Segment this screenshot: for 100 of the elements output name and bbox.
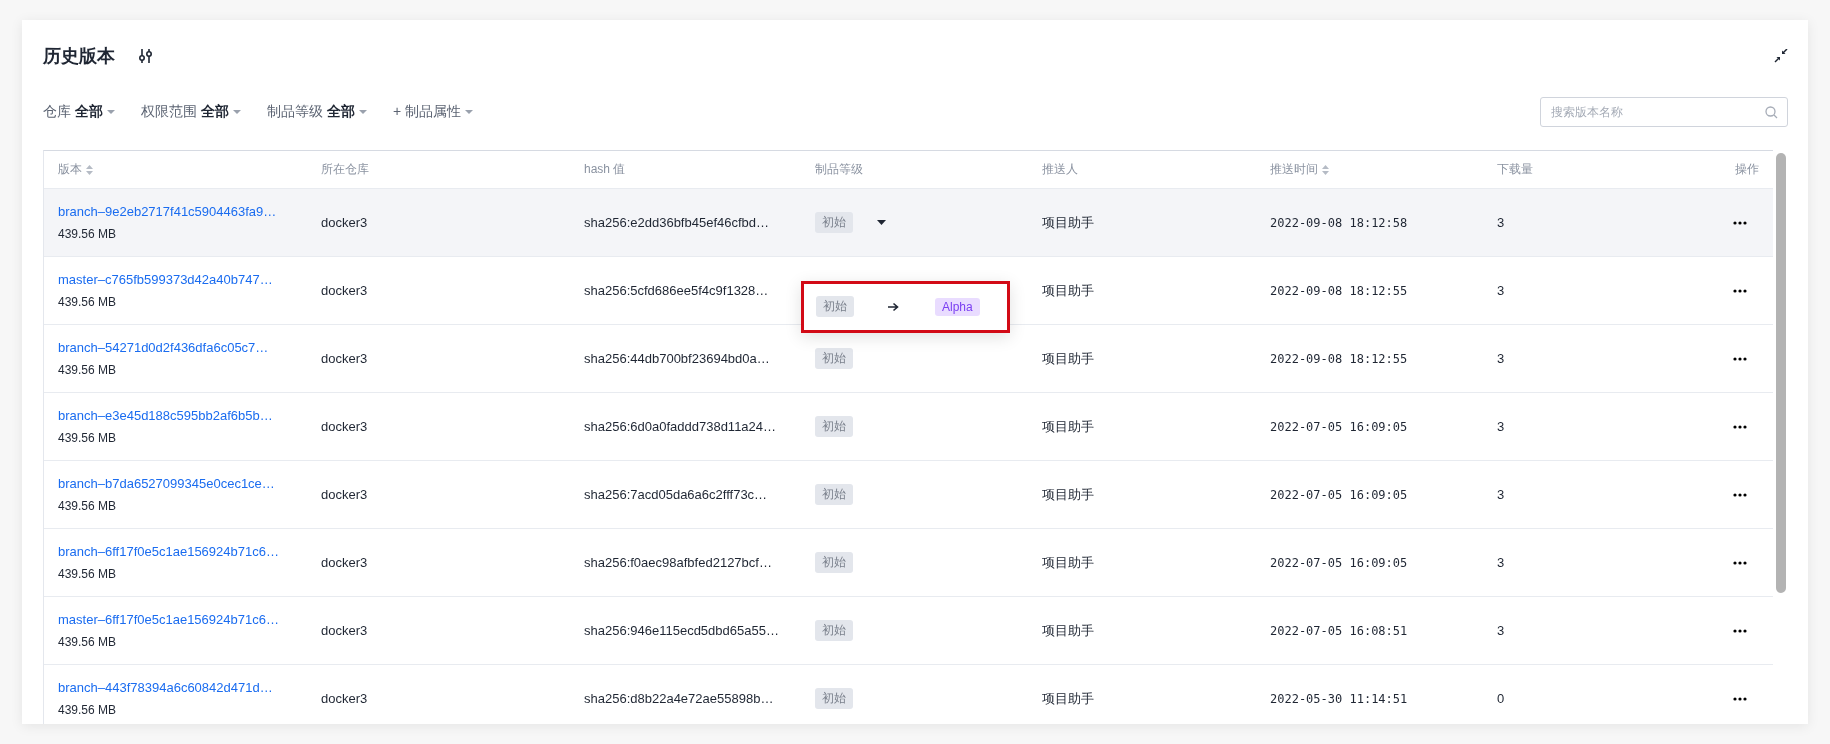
repo-cell: docker3: [321, 487, 368, 502]
time-cell: 2022-05-30 11:14:51: [1270, 692, 1408, 706]
pusher-cell: 项目助手: [1042, 622, 1094, 638]
collapse-icon[interactable]: [1774, 49, 1788, 63]
sortable-column-header[interactable]: 版本: [58, 161, 93, 178]
hash-cell: sha256:e2dd36bfb45ef46cfbd…: [584, 215, 770, 230]
time-cell: 2022-07-05 16:09:05: [1270, 420, 1408, 434]
level-tag: 初始: [815, 484, 853, 505]
repo-cell: docker3: [321, 351, 368, 366]
level-tag: 初始: [815, 212, 853, 233]
size-text: 439.56 MB: [58, 703, 118, 717]
filter-dropdown[interactable]: 仓库 全部: [43, 103, 115, 121]
time-cell: 2022-09-08 18:12:55: [1270, 284, 1408, 298]
more-icon[interactable]: [1733, 288, 1747, 293]
filter-dropdown[interactable]: 权限范围 全部: [141, 103, 241, 121]
size-text: 439.56 MB: [58, 227, 118, 241]
time-cell: 2022-07-05 16:08:51: [1270, 624, 1408, 638]
version-link[interactable]: branch–54271d0d2f436dfa6c05c7…: [58, 340, 321, 355]
add-filter-button[interactable]: + 制品属性: [393, 103, 474, 121]
arrow-right-icon: [888, 301, 899, 312]
downloads-cell: 3: [1497, 283, 1505, 298]
sort-icon: [1322, 164, 1329, 175]
size-text: 439.56 MB: [58, 363, 118, 377]
time-cell: 2022-09-08 18:12:55: [1270, 352, 1408, 366]
pusher-cell: 项目助手: [1042, 214, 1094, 230]
pusher-cell: 项目助手: [1042, 486, 1094, 502]
filter-dropdown[interactable]: 制品等级 全部: [267, 103, 367, 121]
pusher-cell: 项目助手: [1042, 690, 1094, 706]
caret-icon: [233, 110, 241, 114]
repo-cell: docker3: [321, 283, 368, 298]
filter-settings-icon[interactable]: [139, 49, 152, 63]
pusher-cell: 项目助手: [1042, 350, 1094, 366]
more-icon[interactable]: [1733, 628, 1747, 633]
repo-cell: docker3: [321, 555, 368, 570]
time-cell: 2022-09-08 18:12:58: [1270, 216, 1408, 230]
pusher-cell: 项目助手: [1042, 418, 1094, 434]
size-text: 439.56 MB: [58, 635, 118, 649]
hash-cell: sha256:44db700bf23694bd0a…: [584, 351, 770, 366]
level-tag: 初始: [816, 296, 854, 317]
column-header: 所在仓库: [321, 161, 369, 178]
column-header: 下载量: [1497, 161, 1533, 178]
column-header: 制品等级: [815, 161, 863, 178]
time-cell: 2022-07-05 16:09:05: [1270, 556, 1408, 570]
sort-icon: [86, 164, 93, 175]
downloads-cell: 3: [1497, 215, 1505, 230]
level-tag: Alpha: [935, 297, 980, 316]
version-link[interactable]: branch–443f78394a6c60842d471d…: [58, 680, 321, 695]
column-header: 推送人: [1042, 161, 1078, 178]
size-text: 439.56 MB: [58, 567, 118, 581]
pusher-cell: 项目助手: [1042, 554, 1094, 570]
repo-cell: docker3: [321, 691, 368, 706]
size-text: 439.56 MB: [58, 295, 118, 309]
downloads-cell: 3: [1497, 351, 1505, 366]
more-icon[interactable]: [1733, 220, 1747, 225]
more-icon[interactable]: [1733, 560, 1747, 565]
more-icon[interactable]: [1733, 424, 1747, 429]
version-link[interactable]: master–6ff17f0e5c1ae156924b71c6…: [58, 612, 321, 627]
hash-cell: sha256:946e115ecd5dbd65a55…: [584, 623, 779, 638]
column-header: 操作: [1735, 161, 1759, 178]
hash-cell: sha256:d8b22a4e72ae55898b…: [584, 691, 774, 706]
caret-icon: [465, 110, 474, 114]
hash-cell: sha256:7acd05da6a6c2fff73c…: [584, 487, 768, 502]
downloads-cell: 3: [1497, 487, 1505, 502]
level-tag: 初始: [815, 348, 853, 369]
page-title: 历史版本: [43, 45, 115, 68]
downloads-cell: 3: [1497, 419, 1505, 434]
sortable-column-header[interactable]: 推送时间: [1270, 161, 1329, 178]
version-link[interactable]: branch–9e2eb2717f41c5904463fa9…: [58, 204, 321, 219]
time-cell: 2022-07-05 16:09:05: [1270, 488, 1408, 502]
more-icon[interactable]: [1733, 356, 1747, 361]
dropdown-button[interactable]: [875, 218, 888, 227]
downloads-cell: 3: [1497, 555, 1505, 570]
column-header: hash 值: [584, 161, 626, 178]
version-link[interactable]: master–c765fb599373d42a40b747…: [58, 272, 321, 287]
scrollbar-thumb[interactable]: [1776, 153, 1786, 593]
hash-cell: sha256:f0aec98afbfed2127bcf…: [584, 555, 772, 570]
level-tag: 初始: [815, 620, 853, 641]
downloads-cell: 3: [1497, 623, 1505, 638]
repo-cell: docker3: [321, 623, 368, 638]
level-tag: 初始: [815, 552, 853, 573]
more-icon[interactable]: [1733, 492, 1747, 497]
version-link[interactable]: branch–b7da6527099345e0cec1ce…: [58, 476, 321, 491]
size-text: 439.56 MB: [58, 499, 118, 513]
caret-icon: [359, 110, 367, 114]
more-icon[interactable]: [1733, 696, 1747, 701]
hash-cell: sha256:5cfd686ee5f4c9f1328…: [584, 283, 769, 298]
repo-cell: docker3: [321, 215, 368, 230]
repo-cell: docker3: [321, 419, 368, 434]
caret-icon: [107, 110, 115, 114]
search-icon: [1765, 106, 1778, 119]
hash-cell: sha256:6d0a0faddd738d11a24…: [584, 419, 777, 434]
pusher-cell: 项目助手: [1042, 282, 1094, 298]
version-link[interactable]: branch–e3e45d188c595bb2af6b5b…: [58, 408, 321, 423]
version-link[interactable]: branch–6ff17f0e5c1ae156924b71c6…: [58, 544, 321, 559]
level-tag: 初始: [815, 688, 853, 709]
search-field[interactable]: 搜索版本名称: [1540, 97, 1788, 127]
level-tag: 初始: [815, 416, 853, 437]
downloads-cell: 0: [1497, 691, 1505, 706]
caret-icon: [877, 220, 886, 225]
size-text: 439.56 MB: [58, 431, 118, 445]
